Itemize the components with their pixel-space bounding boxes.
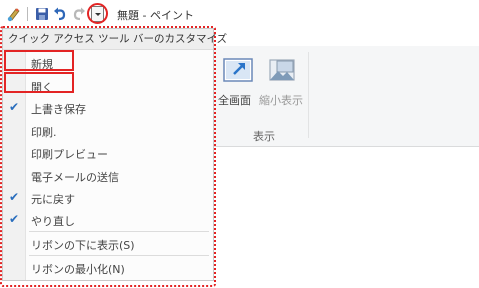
fullscreen-button-label[interactable]: 全画面 bbox=[218, 92, 251, 108]
redo-icon[interactable] bbox=[72, 6, 86, 22]
paint-app-icon[interactable] bbox=[6, 6, 22, 22]
menu-dotted-highlight bbox=[0, 26, 216, 287]
fullscreen-icon[interactable] bbox=[222, 57, 254, 85]
ribbon-separator bbox=[308, 52, 309, 138]
ribbon-group-label: 表示 bbox=[253, 130, 275, 143]
thumbnail-icon[interactable] bbox=[266, 57, 298, 85]
save-icon[interactable] bbox=[35, 6, 49, 22]
title-bar: 無題 - ペイント bbox=[0, 0, 479, 28]
qat-divider bbox=[27, 7, 28, 21]
undo-icon[interactable] bbox=[53, 6, 67, 22]
thumbnail-button-label[interactable]: 縮小表示 bbox=[259, 92, 303, 108]
dropdown-highlight-circle bbox=[87, 3, 108, 24]
window-title: 無題 - ペイント bbox=[117, 9, 194, 22]
